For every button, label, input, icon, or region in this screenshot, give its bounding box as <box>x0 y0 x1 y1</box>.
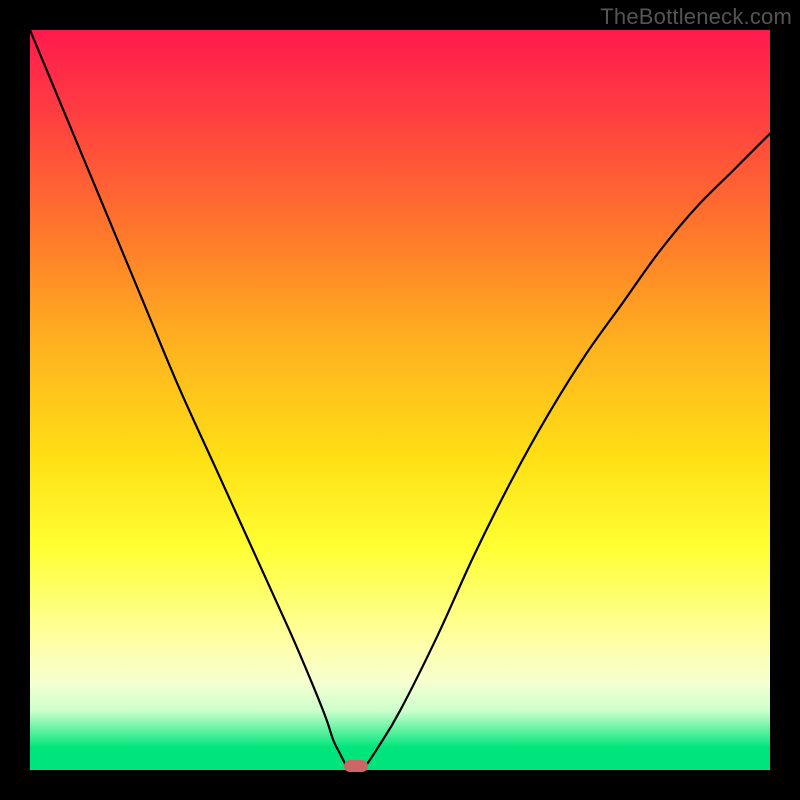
bottleneck-curve <box>30 30 770 770</box>
watermark-text: TheBottleneck.com <box>600 4 792 30</box>
chart-frame: TheBottleneck.com <box>0 0 800 800</box>
plot-area <box>30 30 770 770</box>
optimum-marker <box>344 760 368 772</box>
